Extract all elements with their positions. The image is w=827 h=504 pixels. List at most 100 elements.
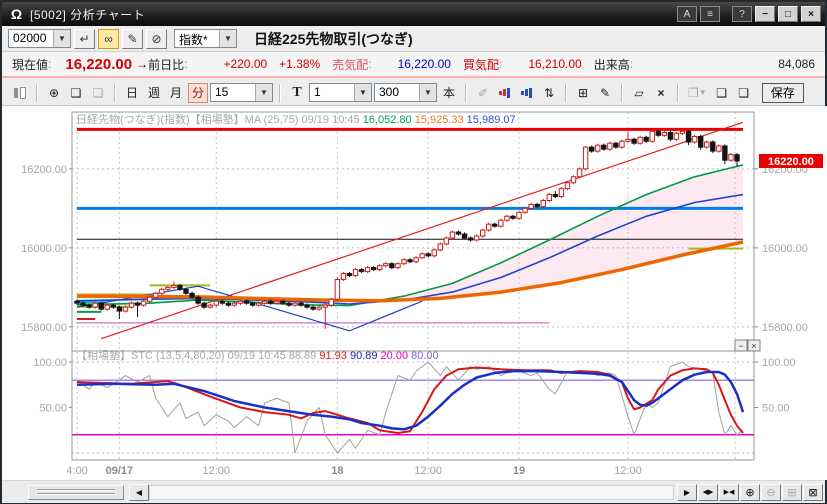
left-arrow-icon: ◀ [135, 487, 143, 497]
grid-view-button[interactable]: ⊞ [782, 483, 802, 501]
y-axis-label-right: 16000.00 [762, 243, 808, 255]
volume-label: 出来高 [593, 57, 630, 72]
time-scrollbar: ◀ ▶ ◀▶ ▶◀ ⊕ ⊖ ⊞ ⊠ [2, 480, 825, 503]
tick-unit-value: 1 [314, 85, 321, 99]
ask-label: 売気配 [332, 57, 369, 72]
period-minute-button[interactable]: 分 [188, 82, 208, 103]
page-design-button[interactable]: ❏ [66, 83, 86, 103]
layout-list-button[interactable]: ≡ [700, 6, 720, 22]
bars-icon [507, 87, 510, 98]
maximize-button[interactable]: □ [778, 6, 798, 22]
y-axis-label-left: 16000.00 [21, 243, 67, 255]
eraser-icon: ▱ [634, 85, 644, 100]
period-month-button[interactable]: 月 [166, 83, 186, 103]
arrow-icon: → [136, 57, 149, 71]
expand-icon: ◀▶ [702, 489, 714, 496]
period-day-button[interactable]: 日 [122, 83, 142, 103]
zoom-mode-button[interactable]: ⊕ [44, 83, 64, 103]
close-button[interactable]: × [801, 6, 821, 22]
symbol-code-value: 02000 [13, 31, 47, 45]
candle-style-button[interactable] [10, 83, 30, 103]
x-icon: × [657, 85, 665, 100]
collapse-bars-button[interactable]: ▶◀ [719, 483, 739, 501]
chart-toolbar: ⊕ ❏ ❏ 日 週 月 分 15 ▼ T 1 ▼ 300 ▼ 本 ✐ ⇅ ⊞ ✎… [2, 80, 825, 106]
colon: : [498, 57, 503, 71]
expand-bars-button[interactable]: ◀▶ [698, 483, 718, 501]
up-down-arrows-icon: ⇅ [543, 85, 555, 100]
copy-chart-button[interactable]: ❐ ▼ [685, 83, 710, 103]
x-axis-label: 4:00 [66, 465, 87, 477]
bars-icon [521, 90, 524, 95]
volume-value: 84,086 [778, 57, 815, 71]
chevron-down-icon[interactable]: ▼ [419, 84, 436, 101]
eraser-button[interactable]: ▱ [629, 83, 649, 103]
clear-icon: ⊘ [151, 31, 162, 46]
tick-unit-select[interactable]: 1 ▼ [309, 83, 372, 102]
template-load-button[interactable]: ❏ [712, 83, 732, 103]
analysis-chart-svg: 16200.00 16200.0016000.00 16000.0015800.00… [6, 106, 824, 480]
main-chart-legend: 日経先物(つなぎ)(指数)【相場塾】MA (25,75) 09/19 10:45… [76, 112, 516, 126]
scroll-right-button[interactable]: ▶ [677, 483, 697, 501]
chart-area: 16200.00 16200.00 16000.00 16000.00 15800.00… [2, 106, 827, 480]
minimize-button[interactable]: − [755, 6, 775, 22]
colon: : [629, 57, 634, 71]
scroll-grip-handle[interactable] [28, 484, 124, 500]
window-title: [5002] 分析チャート [30, 7, 146, 22]
scroll-left-button[interactable]: ◀ [129, 483, 149, 501]
y-axis-label-left: 100.00 [33, 357, 67, 369]
chevron-down-icon[interactable]: ▼ [255, 84, 272, 101]
bars-icon [503, 89, 506, 96]
ask-value: 16,220.00 [397, 57, 451, 71]
tick-chart-button[interactable]: T [287, 83, 307, 103]
x-axis-label: 12:00 [414, 465, 442, 477]
bar-count-select[interactable]: 300 ▼ [374, 83, 437, 102]
help-button[interactable]: ? [732, 6, 752, 22]
bid-label: 買気配 [462, 57, 499, 72]
font-button[interactable]: A [677, 6, 697, 22]
symbol-toolbar: 02000 ▼ ↵ ∞ ✎ ⊘ 指数* ▼ 日経225先物取引(つなぎ) [2, 26, 825, 52]
delete-all-button[interactable]: × [651, 83, 671, 103]
grid-icon: ⊞ [577, 85, 589, 100]
zoom-out-button[interactable]: ⊖ [761, 483, 781, 501]
page-restore-button[interactable]: ❏ [88, 83, 108, 103]
period-week-button[interactable]: 週 [144, 83, 164, 103]
index-type-select[interactable]: 指数* ▼ [174, 29, 237, 48]
scrollbar-track[interactable] [149, 484, 674, 500]
memo-button[interactable]: ✎ [122, 28, 143, 49]
index-type-value: 指数* [179, 33, 208, 47]
collapse-icon: ▶◀ [723, 489, 735, 496]
chevron-down-icon[interactable]: ▼ [219, 30, 236, 47]
zoom-in-button[interactable]: ⊕ [740, 483, 760, 501]
right-arrow-icon: ▶ [683, 487, 691, 497]
apply-symbol-button[interactable]: ↵ [74, 28, 95, 49]
indicator-multi-button[interactable] [495, 83, 515, 103]
minute-interval-select[interactable]: 15 ▼ [210, 83, 273, 102]
clear-symbol-button[interactable]: ⊘ [146, 28, 167, 49]
chevron-down-icon: ▼ [698, 88, 707, 97]
page-icon: ❏ [70, 85, 82, 100]
chevron-down-icon[interactable]: ▼ [354, 84, 371, 101]
bid-value: 16,210.00 [528, 57, 582, 71]
change-pct-value: +1.38% [279, 57, 321, 71]
binoculars-icon: ∞ [104, 31, 113, 46]
template-save-button[interactable]: ❏ [734, 83, 754, 103]
symbol-code-select[interactable]: 02000 ▼ [8, 29, 71, 48]
grid-settings-button[interactable]: ⊞ [573, 83, 593, 103]
stc-legend: 【相場塾】STC (13,5,4,80,20) 09/19 10:45 88.8… [76, 348, 439, 362]
close-view-icon: ⊠ [808, 486, 818, 499]
chevron-down-icon[interactable]: ▼ [53, 30, 70, 47]
sort-arrows-button[interactable]: ⇅ [539, 83, 559, 103]
change-label: 前日比 [148, 57, 185, 72]
save-button[interactable]: 保存 [761, 82, 804, 103]
last-price-label: 現在値 [12, 57, 49, 72]
symbol-search-button[interactable]: ∞ [98, 28, 119, 49]
y-axis-label-left: 15800.00 [21, 322, 67, 334]
draw-tool-button[interactable]: ✎ [595, 83, 615, 103]
brush-button[interactable]: ✐ [473, 83, 493, 103]
close-view-button[interactable]: ⊠ [803, 483, 823, 501]
title-bar: Ω [5002] 分析チャート A ≡ ? − □ × [2, 2, 825, 26]
indicator-single-button[interactable] [517, 83, 537, 103]
last-price-value: 16,220.00 [65, 55, 133, 73]
bar-count-value: 300 [379, 85, 400, 99]
y-axis-label-right: 15800.00 [762, 322, 808, 334]
